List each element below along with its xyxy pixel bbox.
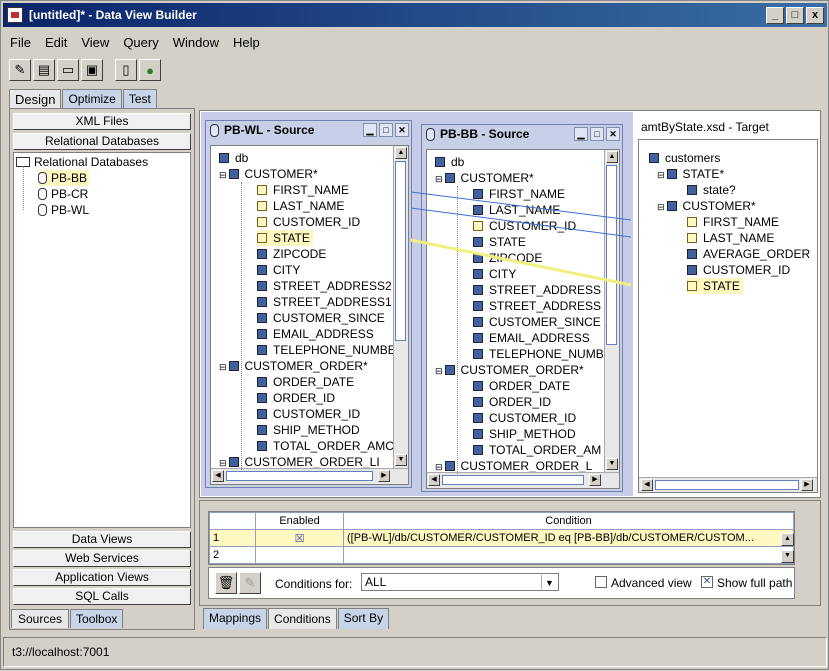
conditions-toolbar: 🗑 ✎ Conditions for: ALL ▼ Advanced view ✕… (208, 567, 795, 599)
trash-icon: 🗑 (217, 575, 235, 590)
bottom-tabs: Mappings Conditions Sort By (203, 608, 390, 629)
table-row[interactable]: 2 (209, 546, 794, 564)
conditions-for-label: Conditions for: (275, 577, 353, 591)
show-full-path-checkbox[interactable]: ✕ (701, 576, 713, 588)
conditions-panel: Enabled Condition 1 ☒ ([PB-WL]/db/CUSTOM… (199, 500, 821, 606)
col-condition[interactable]: Condition (343, 512, 794, 530)
advanced-view-label: Advanced view (611, 576, 692, 590)
condition-cell[interactable]: ([PB-WL]/db/CUSTOMER/CUSTOMER_ID eq [PB-… (343, 529, 794, 547)
status-bar: t3://localhost:7001 (3, 637, 827, 667)
edit-condition-button[interactable]: ✎ (239, 572, 261, 594)
tab-mappings[interactable]: Mappings (203, 608, 268, 629)
scroll-up-icon[interactable]: ▲ (781, 533, 794, 546)
delete-condition-button[interactable]: 🗑 (215, 572, 237, 594)
map-line-last-name (410, 207, 632, 238)
scroll-down-icon[interactable]: ▼ (781, 550, 794, 563)
status-text: t3://localhost:7001 (12, 645, 110, 659)
tab-conditions[interactable]: Conditions (268, 608, 337, 629)
table-row[interactable]: 1 ☒ ([PB-WL]/db/CUSTOMER/CUSTOMER_ID eq … (209, 529, 794, 547)
show-full-path-label: Show full path (717, 576, 793, 590)
edit-icon: ✎ (244, 575, 256, 590)
conditions-for-select[interactable]: ALL ▼ (361, 573, 559, 591)
tab-sort-by[interactable]: Sort By (337, 608, 390, 629)
chevron-down-icon[interactable]: ▼ (541, 575, 557, 589)
app-window: [untitled]* - Data View Builder _ □ x Fi… (0, 0, 829, 670)
enabled-checkbox[interactable]: ☒ (255, 529, 344, 547)
map-line-first-name (410, 191, 632, 221)
advanced-view-checkbox[interactable] (595, 576, 607, 588)
conditions-table: Enabled Condition 1 ☒ ([PB-WL]/db/CUSTOM… (208, 511, 795, 565)
map-line-state (410, 238, 632, 287)
col-enabled[interactable]: Enabled (255, 512, 344, 530)
